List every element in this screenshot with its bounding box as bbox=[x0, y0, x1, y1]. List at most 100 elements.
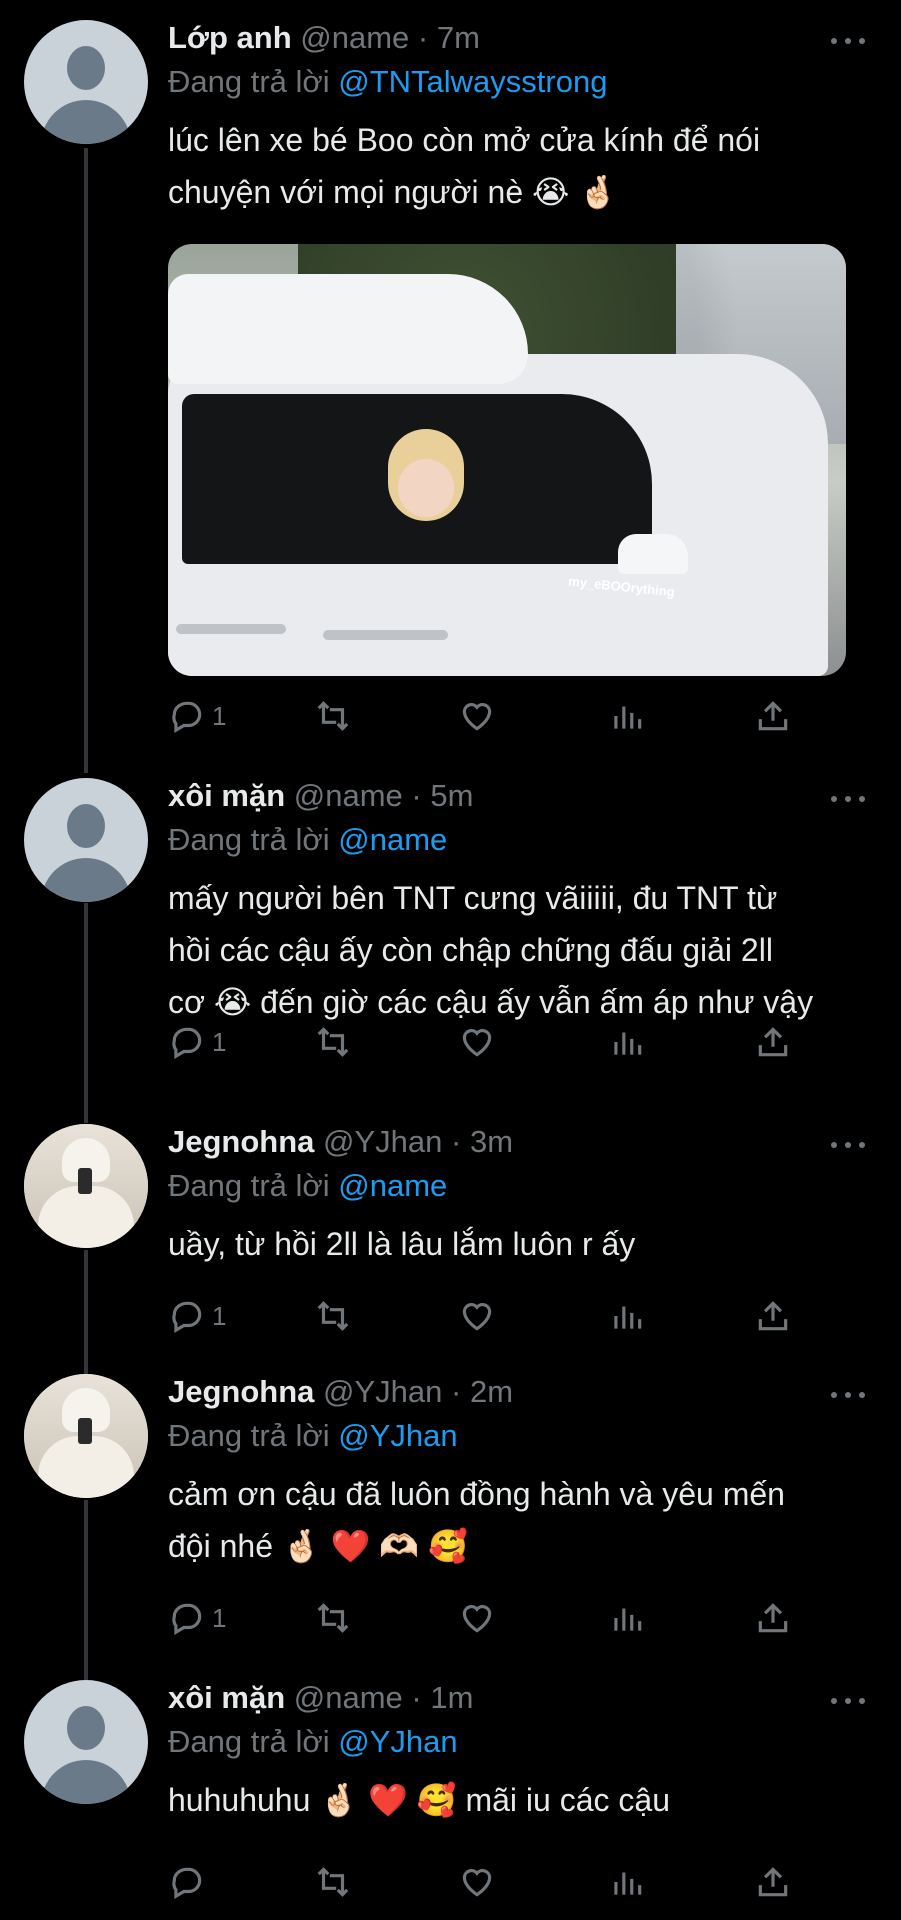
display-name[interactable]: xôi mặn bbox=[168, 1680, 285, 1715]
reply-icon bbox=[172, 1603, 202, 1636]
timestamp[interactable]: 7m bbox=[437, 20, 480, 55]
mention-link[interactable]: @YJhan bbox=[338, 1418, 457, 1453]
separator-dot: · bbox=[411, 1680, 422, 1715]
share-button[interactable] bbox=[754, 692, 792, 740]
analytics-icon bbox=[614, 1608, 642, 1631]
analytics-icon bbox=[614, 1032, 642, 1055]
tweet-actions: 1 bbox=[168, 1292, 877, 1340]
timestamp[interactable]: 2m bbox=[470, 1374, 513, 1409]
display-name[interactable]: xôi mặn bbox=[168, 778, 285, 813]
timestamp[interactable]: 3m bbox=[470, 1124, 513, 1159]
analytics-button[interactable] bbox=[608, 1018, 646, 1066]
share-icon bbox=[758, 1027, 788, 1057]
tweet-text: uầy, từ hồi 2ll là lâu lắm luôn r ấy bbox=[168, 1218, 877, 1270]
share-button[interactable] bbox=[754, 1594, 792, 1642]
replying-prefix: Đang trả lời bbox=[168, 64, 330, 99]
mention-link[interactable]: @name bbox=[338, 822, 447, 857]
tweet-header: xôi mặn @name · 5m bbox=[168, 778, 877, 822]
tweet-text-line: chuyện với mọi người nè 😭 🤞🏻 bbox=[168, 174, 619, 210]
like-button[interactable] bbox=[458, 1858, 496, 1906]
tweet-text-line: huhuhuhu 🤞🏻 ❤️ 🥰 mãi iu các cậu bbox=[168, 1782, 670, 1818]
replying-prefix: Đang trả lời bbox=[168, 1168, 330, 1203]
avatar[interactable] bbox=[24, 1374, 148, 1498]
tweet-text: cảm ơn cậu đã luôn đồng hành và yêu mến … bbox=[168, 1468, 877, 1572]
avatar[interactable] bbox=[24, 778, 148, 902]
tweet-actions bbox=[168, 1858, 877, 1906]
analytics-button[interactable] bbox=[608, 1594, 646, 1642]
reply-button[interactable] bbox=[168, 1858, 212, 1906]
retweet-button[interactable] bbox=[314, 1858, 352, 1906]
like-icon bbox=[462, 1869, 492, 1897]
share-icon bbox=[758, 1301, 788, 1331]
analytics-button[interactable] bbox=[608, 692, 646, 740]
avatar[interactable] bbox=[24, 1124, 148, 1248]
display-name[interactable]: Lớp anh bbox=[168, 20, 292, 55]
retweet-button[interactable] bbox=[314, 1292, 352, 1340]
more-icon[interactable] bbox=[831, 1688, 867, 1712]
display-name[interactable]: Jegnohna bbox=[168, 1124, 314, 1159]
retweet-button[interactable] bbox=[314, 1018, 352, 1066]
display-name[interactable]: Jegnohna bbox=[168, 1374, 314, 1409]
reply-button[interactable]: 1 bbox=[168, 1594, 226, 1642]
user-handle[interactable]: @YJhan bbox=[323, 1124, 442, 1159]
analytics-button[interactable] bbox=[608, 1292, 646, 1340]
like-button[interactable] bbox=[458, 1594, 496, 1642]
share-button[interactable] bbox=[754, 1292, 792, 1340]
more-icon[interactable] bbox=[831, 1382, 867, 1406]
tweet[interactable]: Jegnohna @YJhan · 3m Đang trả lời @name … bbox=[0, 1124, 901, 1334]
reply-icon bbox=[172, 1867, 202, 1900]
retweet-button[interactable] bbox=[314, 1594, 352, 1642]
separator-dot: · bbox=[451, 1124, 462, 1159]
analytics-button[interactable] bbox=[608, 1858, 646, 1906]
retweet-icon bbox=[317, 1301, 349, 1331]
tweet[interactable]: Jegnohna @YJhan · 2m Đang trả lời @YJhan… bbox=[0, 1374, 901, 1636]
user-handle[interactable]: @YJhan bbox=[323, 1374, 442, 1409]
mention-link[interactable]: @name bbox=[338, 1168, 447, 1203]
reply-icon bbox=[172, 701, 202, 734]
analytics-icon bbox=[614, 1872, 642, 1895]
separator-dot: · bbox=[417, 20, 429, 55]
reply-count: 1 bbox=[212, 700, 227, 731]
like-button[interactable] bbox=[458, 1018, 496, 1066]
retweet-button[interactable] bbox=[314, 692, 352, 740]
avatar[interactable] bbox=[24, 1680, 148, 1804]
reply-button[interactable]: 1 bbox=[168, 692, 226, 740]
mention-link[interactable]: @YJhan bbox=[338, 1724, 457, 1759]
avatar[interactable] bbox=[24, 20, 148, 144]
user-handle[interactable]: @name bbox=[300, 20, 409, 55]
tweet-media-image[interactable]: my_eBOOrything bbox=[168, 244, 846, 676]
retweet-icon bbox=[317, 701, 349, 731]
like-button[interactable] bbox=[458, 692, 496, 740]
reply-button[interactable]: 1 bbox=[168, 1018, 226, 1066]
tweet-text-line: mấy người bên TNT cưng vãiiiii, đu TNT t… bbox=[168, 880, 778, 916]
tweet[interactable]: Lớp anh @name · 7m Đang trả lời @TNTalwa… bbox=[0, 20, 901, 740]
mention-link[interactable]: @TNTalwaysstrong bbox=[338, 64, 607, 99]
timestamp[interactable]: 5m bbox=[430, 778, 473, 813]
timestamp[interactable]: 1m bbox=[430, 1680, 473, 1715]
replying-to: Đang trả lời @name bbox=[168, 1168, 447, 1204]
more-icon[interactable] bbox=[831, 28, 867, 52]
more-icon[interactable] bbox=[831, 1132, 867, 1156]
tweet[interactable]: xôi mặn @name · 5m Đang trả lời @name mấ… bbox=[0, 778, 901, 1078]
replying-to: Đang trả lời @TNTalwaysstrong bbox=[168, 64, 607, 100]
like-icon bbox=[462, 1303, 492, 1331]
reply-icon bbox=[172, 1301, 202, 1334]
replying-to: Đang trả lời @YJhan bbox=[168, 1418, 458, 1454]
user-handle[interactable]: @name bbox=[294, 1680, 403, 1715]
tweet-text: mấy người bên TNT cưng vãiiiii, đu TNT t… bbox=[168, 872, 877, 1028]
more-icon[interactable] bbox=[831, 786, 867, 810]
share-icon bbox=[758, 701, 788, 731]
share-icon bbox=[758, 1867, 788, 1897]
reply-button[interactable]: 1 bbox=[168, 1292, 226, 1340]
tweet-text: lúc lên xe bé Boo còn mở cửa kính để nói… bbox=[168, 114, 877, 218]
separator-dot: · bbox=[451, 1374, 462, 1409]
like-button[interactable] bbox=[458, 1292, 496, 1340]
share-button[interactable] bbox=[754, 1018, 792, 1066]
replying-prefix: Đang trả lời bbox=[168, 822, 330, 857]
tweet[interactable]: xôi mặn @name · 1m Đang trả lời @YJhan h… bbox=[0, 1680, 901, 1910]
share-button[interactable] bbox=[754, 1858, 792, 1906]
reply-count: 1 bbox=[212, 1026, 227, 1057]
tweet-header: Jegnohna @YJhan · 3m bbox=[168, 1124, 877, 1168]
tweet-text-line: lúc lên xe bé Boo còn mở cửa kính để nói bbox=[168, 122, 761, 158]
user-handle[interactable]: @name bbox=[294, 778, 403, 813]
